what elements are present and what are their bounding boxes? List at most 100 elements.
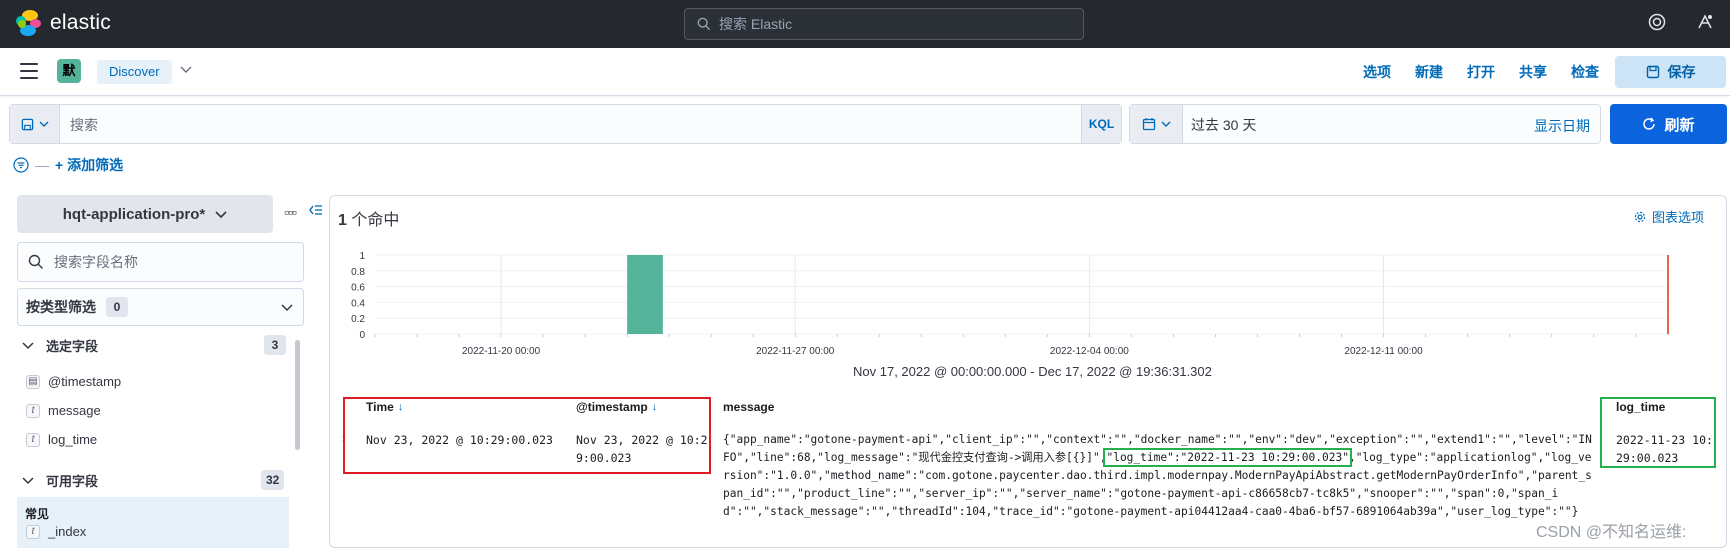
date-type-icon: ▤ (26, 374, 40, 389)
newsfeed-icon[interactable] (1694, 13, 1716, 35)
field-item-timestamp[interactable]: ▤ @timestamp (26, 374, 121, 389)
y-tick-label: 0.4 (351, 298, 365, 309)
global-header: elastic 搜索 Elastic (0, 0, 1730, 48)
histogram-bar (627, 255, 663, 334)
chevron-down-icon (281, 304, 293, 312)
string-type-icon: t (26, 403, 40, 418)
save-icon (1646, 65, 1659, 79)
refresh-label: 刷新 (1664, 116, 1695, 134)
query-input[interactable]: 搜索 (70, 115, 98, 135)
save-icon (21, 118, 33, 130)
hits-label: 个命中 (351, 212, 400, 229)
annotation-box-green (1600, 397, 1716, 468)
type-filter-label: 按类型筛选 (26, 299, 96, 315)
type-filter-count: 0 (106, 297, 128, 317)
selected-fields-count: 3 (264, 335, 286, 355)
common-fields-label: 常见 (25, 507, 50, 521)
chevron-down-icon (22, 477, 34, 485)
x-tick-label: 2022-12-04 00:00 (1050, 346, 1129, 357)
field-item-log-time[interactable]: t log_time (26, 432, 97, 447)
help-icon[interactable] (1646, 13, 1668, 35)
filter-bar: — + 添加筛选 (13, 155, 123, 175)
field-name: _index (48, 524, 87, 539)
index-pattern-selector[interactable]: hqt-application-pro* (17, 195, 273, 233)
collapse-sidebar-icon[interactable] (309, 203, 323, 219)
field-name: @timestamp (48, 374, 122, 389)
hits-counter: 1 个命中 (338, 206, 399, 230)
nav-open[interactable]: 打开 (1467, 62, 1495, 82)
nav-new[interactable]: 新建 (1415, 62, 1443, 82)
x-tick-label: 2022-11-27 00:00 (756, 346, 835, 357)
nav-share[interactable]: 共享 (1519, 62, 1547, 82)
save-button[interactable]: 保存 (1615, 56, 1726, 88)
time-range-value[interactable]: 过去 30 天 (1191, 115, 1256, 135)
app-toolbar: 默 Discover 选项 新建 打开 共享 检查 保存 (0, 48, 1730, 96)
space-avatar[interactable]: 默 (57, 59, 81, 83)
quick-select-button[interactable] (1130, 105, 1183, 143)
watermark: CSDN @不知名运维: (1536, 524, 1687, 541)
search-icon (28, 254, 43, 269)
save-label: 保存 (1667, 64, 1696, 80)
chevron-down-icon (22, 342, 34, 350)
chart-options-label: 图表选项 (1652, 210, 1705, 225)
selected-fields-header[interactable]: 选定字段 (22, 336, 98, 355)
annotation-box-red (343, 397, 711, 474)
column-title: message (723, 400, 775, 414)
histogram-chart: 1 0.8 0.6 0.4 0.2 0 2022-11-20 00:00 2022-11-27… (351, 251, 1670, 357)
chevron-down-icon (39, 121, 48, 127)
cell-message: {"app_name":"gotone-payment-api","client… (723, 431, 1593, 521)
more-options-icon[interactable]: ▫▫▫ (284, 204, 297, 220)
brand-name: elastic (50, 11, 111, 34)
breadcrumb-discover[interactable]: Discover (97, 60, 172, 84)
index-pattern-name: hqt-application-pro* (62, 205, 206, 223)
field-item-message[interactable]: t message (26, 403, 101, 418)
time-range-text: Nov 17, 2022 @ 00:00:00.000 - Dec 17, 20… (853, 364, 1212, 379)
global-search-input[interactable]: 搜索 Elastic (684, 8, 1084, 40)
chevron-down-icon[interactable] (180, 62, 192, 78)
filter-icon[interactable] (13, 157, 29, 173)
calendar-icon (1142, 118, 1155, 131)
available-fields-label: 可用字段 (46, 474, 99, 489)
search-icon (697, 17, 711, 31)
available-fields-header[interactable]: 可用字段 (22, 471, 98, 490)
saved-query-button[interactable] (10, 105, 60, 143)
sidebar-scrollbar[interactable] (295, 340, 300, 450)
query-language-button[interactable]: KQL (1081, 105, 1121, 143)
filter-divider: — (35, 157, 49, 173)
field-item-index[interactable]: t _index (26, 524, 86, 539)
field-name: log_time (48, 432, 98, 447)
show-dates-link[interactable]: 显示日期 (1534, 116, 1590, 136)
hits-count: 1 (338, 212, 347, 229)
elastic-logo-icon (16, 10, 42, 36)
chart-options-button[interactable]: 图表选项 (1634, 207, 1704, 226)
nav-inspect[interactable]: 检查 (1571, 62, 1599, 82)
chevron-down-icon (1161, 121, 1170, 127)
elastic-logo[interactable]: elastic (16, 10, 111, 36)
field-name: message (48, 403, 101, 418)
x-tick-label: 2022-11-20 00:00 (462, 346, 541, 357)
available-fields-count: 32 (261, 470, 285, 490)
y-tick-label: 0 (359, 330, 365, 341)
string-type-icon: t (26, 432, 40, 447)
x-tick-label: 2022-12-11 00:00 (1344, 346, 1423, 357)
refresh-icon (1643, 117, 1656, 130)
y-tick-label: 0.2 (351, 314, 365, 325)
gear-icon (1634, 211, 1646, 222)
chevron-down-icon (215, 210, 227, 218)
selected-fields-label: 选定字段 (46, 339, 99, 354)
y-tick-label: 1 (359, 251, 365, 262)
refresh-button[interactable]: 刷新 (1610, 104, 1727, 144)
add-filter-button[interactable]: + 添加筛选 (55, 155, 123, 175)
common-fields-group (17, 497, 289, 548)
query-bar: 搜索 KQL (9, 104, 1122, 144)
y-tick-label: 0.8 (351, 267, 365, 278)
date-picker: 过去 30 天 显示日期 (1129, 104, 1601, 144)
global-search-placeholder: 搜索 Elastic (719, 16, 793, 32)
column-header-message[interactable]: message (723, 400, 774, 414)
type-filter-button[interactable]: 按类型筛选 0 (17, 288, 304, 326)
nav-options[interactable]: 选项 (1363, 62, 1391, 82)
string-type-icon: t (26, 524, 40, 539)
menu-toggle-button[interactable] (20, 63, 38, 79)
field-search-placeholder: 搜索字段名称 (54, 254, 138, 270)
field-search-input[interactable]: 搜索字段名称 (17, 242, 304, 282)
